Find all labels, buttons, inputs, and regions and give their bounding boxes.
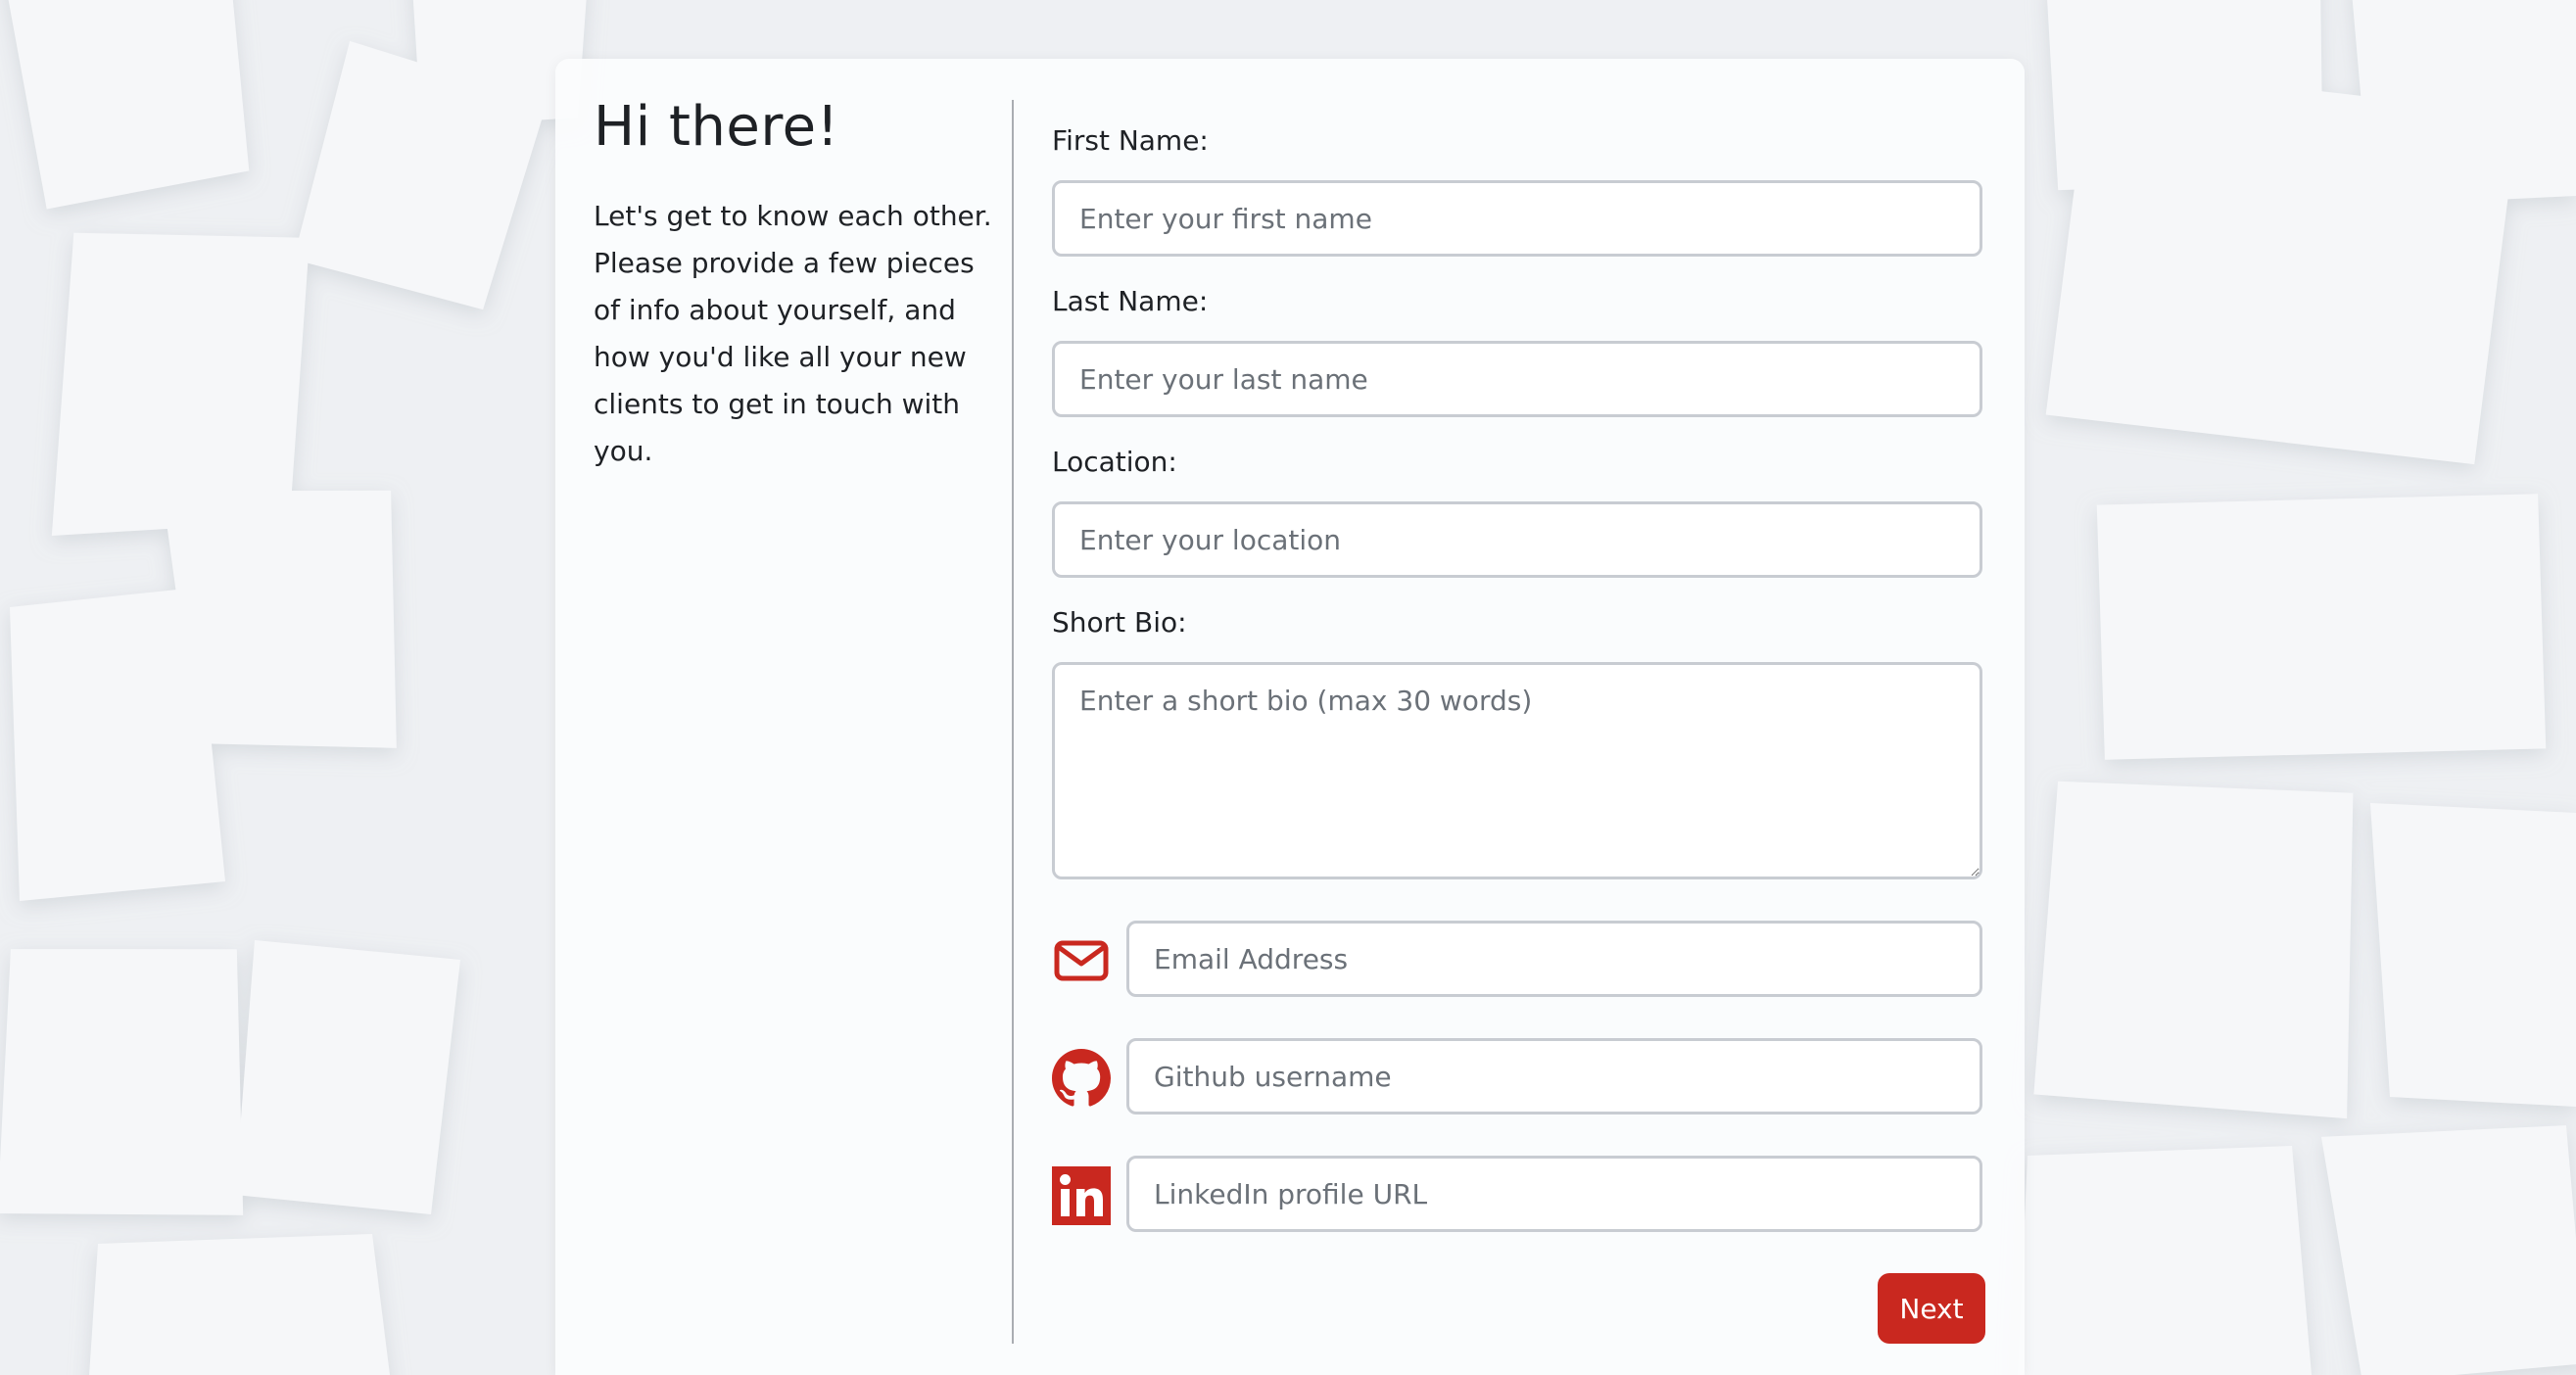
last-name-label: Last Name:	[1052, 285, 1209, 317]
location-input[interactable]	[1052, 501, 1982, 578]
first-name-label: First Name:	[1052, 124, 1209, 157]
intro-panel: Hi there! Let's get to know each other. …	[594, 94, 995, 475]
envelope-icon	[1054, 940, 1109, 981]
github-input[interactable]	[1126, 1038, 1982, 1114]
email-row	[1052, 921, 1982, 997]
linkedin-icon	[1052, 1166, 1111, 1225]
linkedin-row	[1052, 1156, 1982, 1232]
panel-divider	[1012, 100, 1014, 1344]
location-label: Location:	[1052, 446, 1177, 478]
email-input[interactable]	[1126, 921, 1982, 997]
github-icon	[1052, 1049, 1111, 1107]
page-title: Hi there!	[594, 95, 839, 159]
last-name-input[interactable]	[1052, 341, 1982, 417]
intro-description: Let's get to know each other. Please pro…	[594, 200, 992, 468]
linkedin-input[interactable]	[1126, 1156, 1982, 1232]
bio-label: Short Bio:	[1052, 606, 1187, 639]
first-name-input[interactable]	[1052, 180, 1982, 257]
next-button[interactable]: Next	[1878, 1273, 1985, 1344]
profile-card: Hi there! Let's get to know each other. …	[555, 59, 2025, 1375]
bio-textarea[interactable]	[1052, 662, 1982, 879]
github-row	[1052, 1038, 1982, 1114]
